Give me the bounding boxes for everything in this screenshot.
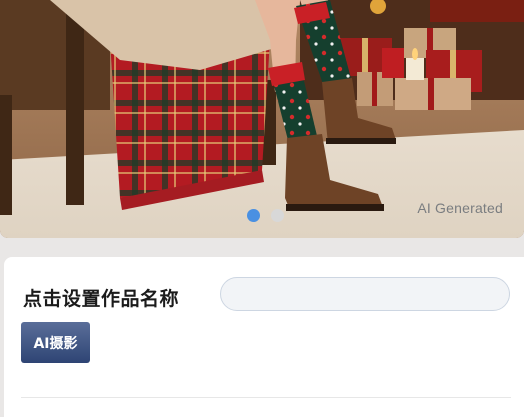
carousel-dot-2[interactable] — [271, 209, 284, 222]
set-work-name-label[interactable]: 点击设置作品名称 — [23, 284, 179, 311]
work-name-input[interactable] — [220, 277, 510, 311]
carousel-indicator — [0, 209, 524, 223]
divider — [21, 397, 511, 398]
hero-image-carousel[interactable]: AI Generated — [0, 0, 524, 238]
ai-photography-tag[interactable]: AI摄影 — [21, 322, 90, 363]
carousel-dot-1[interactable] — [247, 209, 260, 222]
